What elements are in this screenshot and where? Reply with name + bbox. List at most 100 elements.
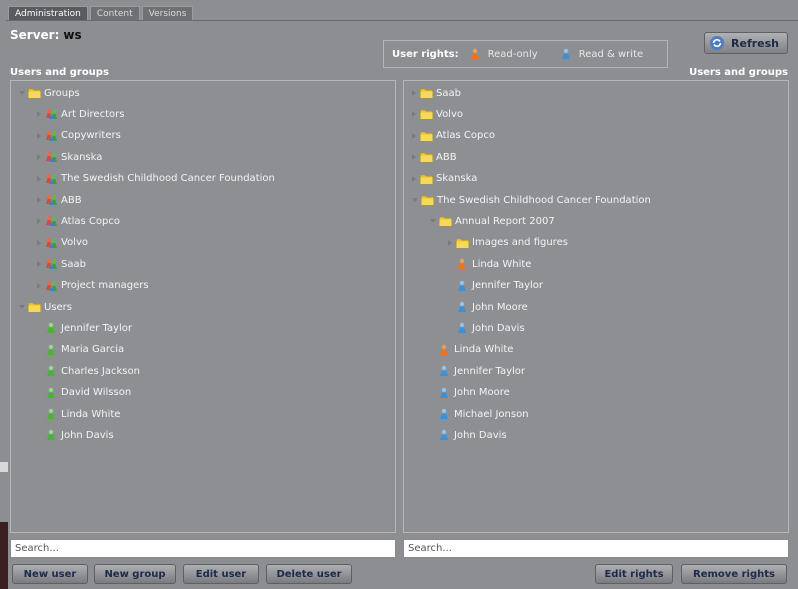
chevron-right-icon[interactable] [448,239,452,246]
chevron-right-icon[interactable] [412,175,416,182]
tree-user-item[interactable]: John Davis [448,320,525,336]
chevron-down-icon[interactable] [430,219,436,224]
left-search-input[interactable]: Search... [10,539,396,558]
tree-item-label: Maria Garcia [61,344,125,356]
tree-folder-item[interactable]: Skanska [412,171,477,187]
chevron-down-icon[interactable] [19,91,25,95]
chevron-right-icon[interactable] [412,132,416,139]
chevron-right-icon[interactable] [37,111,41,118]
tree-item-label: John Moore [472,301,528,313]
chevron-down-icon[interactable] [412,198,418,202]
tree-user-item[interactable]: Linda White [430,342,513,358]
delete-user-button[interactable]: Delete user [266,564,352,584]
tab-content[interactable]: Content [89,6,140,21]
tree-user-item[interactable]: Michael Jonson [430,406,529,422]
legend-read-only: Read-only [469,48,538,60]
tree-item-label: David Wilsson [61,387,132,399]
tree-user-item[interactable]: Jennifer Taylor [448,278,543,294]
tree-item-label: Annual Report 2007 [455,215,555,227]
chevron-right-icon[interactable] [37,218,41,225]
user-rights-legend: User rights: Read-only Read & write [383,40,668,68]
tree-folder-item[interactable]: Users [19,299,72,315]
tree-item-label: Volvo [436,108,463,120]
tree-item-label: Jennifer Taylor [472,280,544,292]
chevron-down-icon[interactable] [19,305,25,309]
tree-folder-item[interactable]: Groups [19,85,80,101]
tree-folder-item[interactable]: Atlas Copco [412,128,495,144]
group-icon [45,237,58,249]
tree-group-item[interactable]: Art Directors [37,106,124,122]
tree-item-label: Groups [44,87,80,99]
refresh-button[interactable]: Refresh [704,32,788,54]
tree-group-item[interactable]: Project managers [37,278,149,294]
left-tree-panel[interactable]: Groups Art Directors Copywriters Skanska The… [10,80,396,533]
edit-rights-button[interactable]: Edit rights [595,564,673,584]
tree-user-item[interactable]: John Davis [37,427,114,443]
tree-group-item[interactable]: ABB [37,192,82,208]
tree-item-label: ABB [436,151,457,163]
group-icon [45,194,58,206]
tab-administration[interactable]: Administration [8,6,88,21]
tree-folder-item[interactable]: ABB [412,149,457,165]
tree-group-item[interactable]: Copywriters [37,128,121,144]
chevron-right-icon[interactable] [412,111,416,118]
folder-icon [456,237,469,249]
group-icon [45,151,58,163]
tree-group-item[interactable]: Saab [37,256,86,272]
legend-read-only-label: Read-only [487,48,538,60]
user-blue-icon [438,365,451,377]
right-tree-panel[interactable]: Saab Volvo Atlas Copco ABB Skanska The Swedis… [403,80,789,533]
tree-folder-item[interactable]: The Swedish Childhood Cancer Foundation [412,192,651,208]
user-rights-label: User rights: [392,48,459,60]
edit-user-button[interactable]: Edit user [183,564,259,584]
tree-item-label: Project managers [61,280,149,292]
tree-user-item[interactable]: John Moore [430,385,510,401]
tree-folder-item[interactable]: Saab [412,85,461,101]
tree-user-item[interactable]: Linda White [448,256,531,272]
tree-user-item[interactable]: Maria Garcia [37,342,124,358]
chevron-right-icon[interactable] [412,90,416,96]
tree-user-item[interactable]: Jennifer Taylor [37,320,132,336]
chevron-right-icon[interactable] [37,261,41,268]
chevron-right-icon[interactable] [37,175,41,182]
chevron-right-icon[interactable] [37,239,41,246]
folder-icon [420,173,433,185]
group-icon [45,130,58,142]
folder-icon [28,301,41,313]
tree-group-item[interactable]: Atlas Copco [37,213,120,229]
new-group-button[interactable]: New group [94,564,176,584]
chevron-right-icon[interactable] [37,282,41,289]
tree-user-item[interactable]: Charles Jackson [37,363,140,379]
new-user-button[interactable]: New user [12,564,88,584]
chevron-right-icon[interactable] [37,154,41,161]
tree-user-item[interactable]: John Moore [448,299,528,315]
user-green-icon [45,429,58,441]
tree-folder-item[interactable]: Images and figures [448,235,568,251]
user-blue-icon [438,429,451,441]
left-panel-title: Users and groups [10,67,109,78]
tree-item-label: Art Directors [61,108,125,120]
chevron-right-icon[interactable] [37,132,41,139]
user-orange-icon [469,48,481,60]
server-caption: Server: [10,28,60,42]
tree-group-item[interactable]: Volvo [37,235,88,251]
tree-group-item[interactable]: The Swedish Childhood Cancer Foundation [37,171,275,187]
tree-item-label: John Davis [472,322,525,334]
server-label: Server: ws [10,28,82,42]
tree-user-item[interactable]: David Wilsson [37,385,131,401]
tree-group-item[interactable]: Skanska [37,149,102,165]
remove-rights-button[interactable]: Remove rights [681,564,787,584]
tree-user-item[interactable]: Linda White [37,406,120,422]
folder-icon [28,87,41,99]
right-panel-title: Users and groups [689,67,788,78]
right-search-input[interactable]: Search... [403,539,789,558]
chevron-right-icon[interactable] [412,154,416,161]
folder-icon [439,215,452,227]
tree-folder-item[interactable]: Volvo [412,106,463,122]
tree-folder-item[interactable]: Annual Report 2007 [430,213,555,229]
tab-versions[interactable]: Versions [141,6,194,21]
tree-user-item[interactable]: Jennifer Taylor [430,363,525,379]
tree-item-label: John Moore [454,387,510,399]
tree-user-item[interactable]: John Davis [430,427,507,443]
chevron-right-icon[interactable] [37,197,41,203]
